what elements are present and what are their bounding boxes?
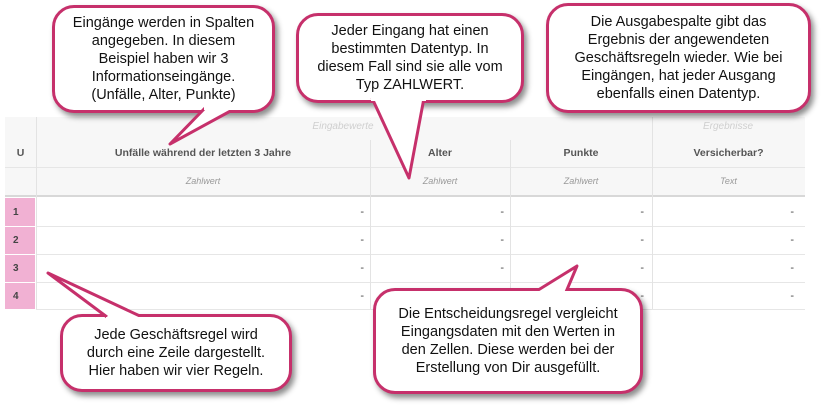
callout-inputs-pointer (168, 106, 237, 146)
callout-cells-pointer (534, 264, 579, 294)
callout-rows-pointer (46, 271, 143, 319)
callout-pointers (46, 94, 579, 323)
callout-datatype-pointer (370, 97, 426, 180)
